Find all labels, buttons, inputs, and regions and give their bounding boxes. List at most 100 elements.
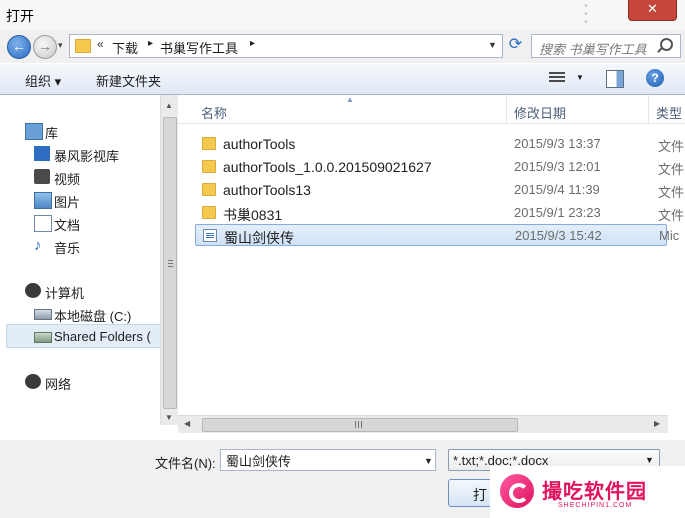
close-button[interactable]: ✕ bbox=[628, 0, 677, 21]
help-icon[interactable]: ? bbox=[646, 69, 664, 87]
file-name: 书巢0831 bbox=[223, 207, 283, 223]
recent-locations-dropdown-icon[interactable]: ▾ bbox=[58, 40, 63, 51]
sort-ascending-icon: ▲ bbox=[346, 95, 354, 104]
file-type: 文件 bbox=[658, 139, 685, 154]
video-icon bbox=[34, 169, 50, 184]
file-type: 文件 bbox=[658, 162, 685, 177]
file-name: authorTools_1.0.0.201509021627 bbox=[223, 159, 432, 175]
file-type: Mic bbox=[659, 228, 680, 243]
organize-button[interactable]: 组织 ▾ bbox=[25, 71, 61, 90]
breadcrumb-separator[interactable]: ▸ bbox=[148, 38, 153, 49]
computer-icon bbox=[25, 283, 41, 298]
documents-icon bbox=[34, 215, 52, 232]
filename-input[interactable] bbox=[220, 449, 436, 471]
file-date: 2015/9/3 12:01 bbox=[514, 159, 601, 174]
nav-item-label: 本地磁盘 (C:) bbox=[54, 309, 132, 324]
scroll-up-arrow-icon[interactable]: ▲ bbox=[165, 101, 173, 110]
file-name: 蜀山剑侠传 bbox=[224, 230, 294, 246]
scroll-left-arrow-icon[interactable]: ◀ bbox=[184, 419, 190, 428]
nav-item-label: 库 bbox=[45, 126, 59, 141]
pictures-icon bbox=[34, 192, 52, 209]
filename-label: 文件名(N): bbox=[155, 456, 216, 471]
file-row-selected[interactable]: 蜀山剑侠传 2015/9/3 15:42 Mic bbox=[195, 224, 679, 246]
video-library-icon bbox=[34, 146, 50, 161]
search-input[interactable]: 搜索 书巢写作工具 bbox=[531, 34, 681, 58]
watermark-logo-icon bbox=[500, 474, 534, 508]
column-divider[interactable] bbox=[648, 95, 649, 123]
forward-button[interactable]: → bbox=[33, 35, 57, 59]
drive-icon bbox=[34, 309, 52, 320]
column-header-type[interactable]: 类型 bbox=[656, 103, 682, 122]
scroll-right-arrow-icon[interactable]: ▶ bbox=[654, 419, 660, 428]
folder-icon bbox=[202, 183, 216, 196]
refresh-button[interactable]: ⟳ bbox=[505, 34, 526, 56]
nav-item-label: 暴风影视库 bbox=[54, 149, 120, 164]
nav-item-label: Shared Folders ( bbox=[54, 329, 151, 344]
file-row[interactable]: authorTools13 2015/9/4 11:39 文件 bbox=[195, 179, 685, 201]
search-icon[interactable] bbox=[660, 38, 673, 51]
horizontal-scrollbar[interactable]: ◀ ▶ bbox=[178, 415, 668, 433]
address-dropdown-icon[interactable]: ▼ bbox=[488, 40, 497, 50]
folder-icon bbox=[202, 137, 216, 150]
command-toolbar: 组织 ▾ 新建文件夹 ▼ ? bbox=[0, 63, 685, 95]
window-title: 打开 bbox=[6, 8, 34, 24]
word-document-icon bbox=[203, 229, 217, 242]
breadcrumb-separator[interactable]: ▸ bbox=[250, 38, 255, 49]
nav-item-label: 音乐 bbox=[54, 241, 81, 256]
grip-icon bbox=[168, 260, 173, 268]
grip-icon bbox=[355, 421, 363, 428]
file-date: 2015/9/3 13:37 bbox=[514, 136, 601, 151]
column-header-row: 名称 ▲ 修改日期 类型 bbox=[178, 95, 685, 124]
content-area: 库 暴风影视库 视频 图片 文档 ♪ 音乐 计算机 本地磁盘 (C:) Shar… bbox=[0, 95, 685, 440]
file-name: authorTools bbox=[223, 136, 296, 152]
file-type: 文件 bbox=[658, 185, 685, 200]
file-row[interactable]: authorTools_1.0.0.201509021627 2015/9/3 … bbox=[195, 156, 685, 178]
view-options-dropdown-icon[interactable]: ▼ bbox=[576, 73, 584, 82]
music-icon: ♪ bbox=[34, 237, 42, 254]
filename-dropdown-icon[interactable]: ▼ bbox=[424, 456, 433, 466]
ghost-icon: ⋮ bbox=[574, 0, 598, 27]
watermark: 撮吃软件园 SHECHIPIN1.COM bbox=[490, 466, 685, 518]
folder-icon bbox=[75, 39, 91, 53]
folder-icon bbox=[202, 206, 216, 219]
navigation-pane: 库 暴风影视库 视频 图片 文档 ♪ 音乐 计算机 本地磁盘 (C:) Shar… bbox=[0, 95, 162, 440]
file-list: 名称 ▲ 修改日期 类型 authorTools 2015/9/3 13:37 … bbox=[178, 95, 685, 440]
change-view-icon[interactable] bbox=[549, 72, 565, 84]
file-date: 2015/9/3 15:42 bbox=[515, 228, 602, 243]
watermark-text: 撮吃软件园 bbox=[542, 481, 647, 503]
title-bar: 打开 ⋮ ✕ bbox=[0, 0, 685, 30]
open-button-label: 打 bbox=[473, 487, 487, 503]
preview-pane-icon[interactable] bbox=[606, 70, 624, 88]
address-overflow-chevron[interactable]: « bbox=[97, 37, 104, 51]
nav-pane-scrollbar[interactable]: ▲ ▼ bbox=[160, 95, 178, 425]
file-row[interactable]: authorTools 2015/9/3 13:37 文件 bbox=[195, 133, 685, 155]
file-date: 2015/9/4 11:39 bbox=[514, 182, 600, 197]
scrollbar-thumb[interactable] bbox=[163, 117, 177, 409]
library-icon bbox=[25, 123, 43, 140]
scroll-down-arrow-icon[interactable]: ▼ bbox=[165, 413, 173, 422]
column-header-name[interactable]: 名称 bbox=[201, 103, 227, 122]
column-header-date-modified[interactable]: 修改日期 bbox=[514, 103, 566, 122]
column-divider[interactable] bbox=[506, 95, 507, 123]
chevron-down-icon[interactable]: ▼ bbox=[645, 455, 654, 465]
network-drive-icon bbox=[34, 332, 52, 343]
breadcrumb-current-folder[interactable]: 书巢写作工具 bbox=[160, 38, 238, 57]
back-button[interactable]: ← bbox=[7, 35, 31, 59]
new-folder-button[interactable]: 新建文件夹 bbox=[96, 71, 161, 90]
folder-icon bbox=[202, 160, 216, 173]
nav-item-label: 视频 bbox=[54, 172, 81, 187]
nav-item-label: 计算机 bbox=[45, 286, 85, 301]
file-type: 文件 bbox=[658, 208, 685, 223]
network-icon bbox=[25, 374, 41, 389]
address-bar[interactable]: « 下载 ▸ 书巢写作工具 ▸ ▼ bbox=[69, 34, 503, 58]
nav-item-label: 图片 bbox=[54, 195, 81, 210]
breadcrumb-downloads[interactable]: 下载 bbox=[112, 38, 138, 57]
file-date: 2015/9/1 23:23 bbox=[514, 205, 601, 220]
nav-item-label: 网络 bbox=[45, 377, 72, 392]
watermark-subtext: SHECHIPIN1.COM bbox=[558, 502, 633, 509]
nav-item-label: 文档 bbox=[54, 218, 81, 233]
search-placeholder: 搜索 书巢写作工具 bbox=[539, 42, 647, 57]
file-row[interactable]: 书巢0831 2015/9/1 23:23 文件 bbox=[195, 202, 685, 224]
file-name: authorTools13 bbox=[223, 182, 311, 198]
scrollbar-thumb[interactable] bbox=[202, 418, 518, 432]
